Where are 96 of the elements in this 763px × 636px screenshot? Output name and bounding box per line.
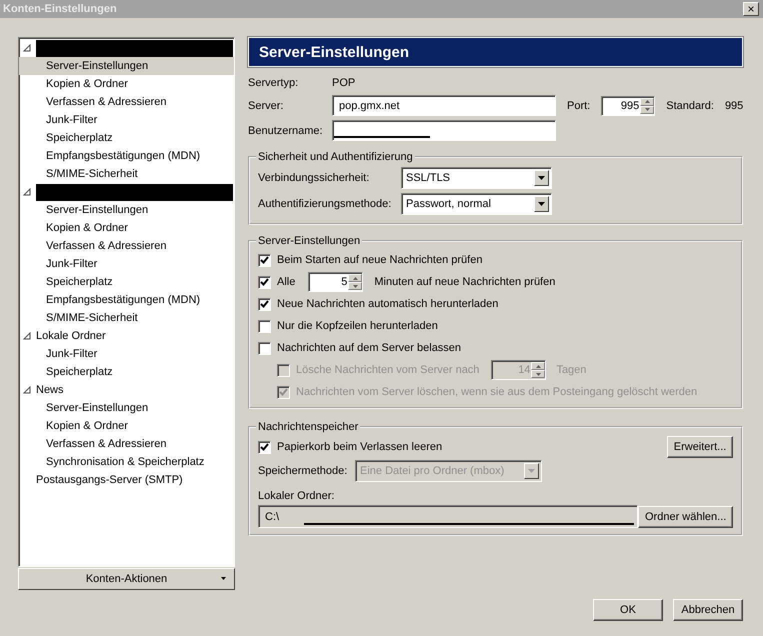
tree-label: Speicherplatz (46, 132, 113, 144)
tree-item[interactable]: S/MIME-Sicherheit (19, 165, 234, 183)
choose-folder-button[interactable]: Ordner wählen... (638, 506, 734, 528)
tree-item[interactable]: Junk-Filter (19, 345, 234, 363)
tree-label: Lokale Ordner (36, 330, 106, 342)
dialog-button[interactable]: OK (593, 599, 663, 621)
tree-item[interactable]: Server-Einstellungen (19, 399, 234, 417)
field-label: Servertyp: (248, 76, 300, 91)
tree-label: Junk-Filter (46, 258, 98, 270)
tree-item[interactable]: Empfangsbestätigungen (MDN) (19, 291, 234, 309)
caret-icon (221, 577, 226, 580)
tree-item[interactable]: Synchronisation & Speicherplatz (19, 453, 234, 471)
tree-label: Synchronisation & Speicherplatz (46, 456, 204, 468)
checkbox[interactable] (258, 440, 271, 454)
option-label: Neue Nachrichten automatisch herunterladen (277, 298, 498, 310)
tree-item[interactable]: Postausgangs-Server (SMTP) (19, 471, 234, 489)
option-label: Alle (277, 276, 296, 288)
checkbox[interactable] (258, 276, 271, 288)
tree-label: Verfassen & Adressieren (46, 96, 166, 108)
tree-item[interactable]: Verfassen & Adressieren (19, 237, 234, 255)
dialog-button[interactable]: Abbrechen (673, 599, 743, 621)
tree-item[interactable]: Speicherplatz (19, 363, 234, 381)
tree-label: Speicherplatz (46, 276, 113, 288)
tree-label: Kopien & Ordner (46, 420, 128, 432)
advanced-button[interactable]: Erweitert... (666, 436, 734, 458)
tree-item[interactable]: Verfassen & Adressieren (19, 93, 234, 111)
tree-item[interactable]: Lokale Ordner (19, 327, 234, 345)
close-button[interactable]: × (743, 2, 759, 16)
option-label: Nachrichten vom Server löschen, wenn sie aus dem Posteingang gelöscht werden (296, 386, 698, 398)
option-label: Papierkorb beim Verlassen leeren (277, 441, 442, 453)
tree-label: Server-Einstellungen (46, 402, 148, 414)
expand-triangle-icon[interactable] (22, 44, 32, 52)
option-label: Nachrichten auf dem Server belassen (277, 342, 462, 354)
option-label: Tagen (556, 364, 586, 376)
number-spinner[interactable]: 5 (308, 272, 364, 292)
checkbox[interactable] (258, 298, 271, 310)
tree-item[interactable]: Server-Einstellungen (19, 57, 234, 75)
tree-label: Kopien & Ordner (46, 222, 128, 234)
option-label: Beim Starten auf neue Nachrichten prüfen (277, 254, 482, 266)
checkbox[interactable] (258, 254, 271, 266)
field-label: Standard: (666, 100, 714, 112)
tree-item[interactable]: Junk-Filter (19, 255, 234, 273)
tree-label: Verfassen & Adressieren (46, 438, 166, 450)
section-header: Server-Einstellungen (248, 37, 743, 67)
tree-label: Junk-Filter (46, 348, 98, 360)
tree-item[interactable]: Speicherplatz (19, 273, 234, 291)
dropdown[interactable]: Passwort, normal (401, 193, 552, 215)
group-title: Nachrichtenspeicher (256, 421, 360, 433)
group-title: Server-Einstellungen (256, 235, 362, 247)
tree-label: Junk-Filter (46, 114, 98, 126)
tree-label: Server-Einstellungen (46, 60, 148, 72)
tree-label: S/MIME-Sicherheit (46, 168, 138, 180)
field-label: Server: (248, 100, 284, 112)
tree-label: Server-Einstellungen (46, 204, 148, 216)
field-label: Speichermethode: (258, 465, 348, 477)
tree-item[interactable]: Kopien & Ordner (19, 75, 234, 93)
group-title: Sicherheit und Authentifizierung (256, 151, 415, 163)
checkbox[interactable] (258, 320, 271, 332)
tree-label: Empfangsbestätigungen (MDN) (46, 294, 200, 306)
tree-item[interactable]: Verfassen & Adressieren (19, 435, 234, 453)
option-label: Minuten auf neue Nachrichten prüfen (374, 276, 556, 288)
expand-triangle-icon[interactable] (22, 188, 32, 196)
default-port-value: 995 (724, 100, 744, 112)
tree-label: Verfassen & Adressieren (46, 240, 166, 252)
field-label: Verbindungssicherheit: (258, 172, 370, 184)
account-actions-button[interactable]: Konten-Aktionen (18, 568, 235, 590)
tree-label: Kopien & Ordner (46, 78, 128, 90)
tree-item[interactable]: Speicherplatz (19, 129, 234, 147)
expand-triangle-icon[interactable] (22, 332, 32, 340)
tree-item[interactable]: Empfangsbestätigungen (MDN) (19, 147, 234, 165)
field-label: Port: (567, 100, 590, 112)
tree-label: S/MIME-Sicherheit (46, 312, 138, 324)
tree-item[interactable]: Kopien & Ordner (19, 417, 234, 435)
expand-triangle-icon[interactable] (22, 386, 32, 394)
field-label: Lokaler Ordner: (258, 490, 336, 502)
field-label: Benutzername: (248, 124, 324, 136)
tree-item[interactable]: News (19, 381, 234, 399)
option-label: Nur die Kopfzeilen herunterladen (277, 320, 438, 332)
tree-item[interactable]: S/MIME-Sicherheit (19, 309, 234, 327)
tree-label: News (36, 384, 64, 396)
tree-label: Empfangsbestätigungen (MDN) (46, 150, 200, 162)
username-field[interactable] (332, 120, 556, 141)
checkbox[interactable] (258, 342, 271, 354)
tree-item[interactable]: Kopien & Ordner (19, 219, 234, 237)
tree-item[interactable]: Junk-Filter (19, 111, 234, 129)
field-label: Authentifizierungsmethode: (258, 198, 392, 210)
server-type-value: POP (332, 76, 356, 91)
tree-label: Speicherplatz (46, 366, 113, 378)
dropdown[interactable]: SSL/TLS (401, 167, 552, 189)
window-title: Konten-Einstellungen (3, 3, 117, 15)
tree-item[interactable]: Server-Einstellungen (19, 201, 234, 219)
folder-path-field[interactable]: C:\ (258, 505, 638, 528)
server-field[interactable]: pop.gmx.net (332, 95, 556, 116)
number-spinner[interactable]: 995 (601, 96, 656, 116)
tree-label: Postausgangs-Server (SMTP) (36, 474, 183, 486)
option-label: Lösche Nachrichten vom Server nach (296, 364, 480, 376)
